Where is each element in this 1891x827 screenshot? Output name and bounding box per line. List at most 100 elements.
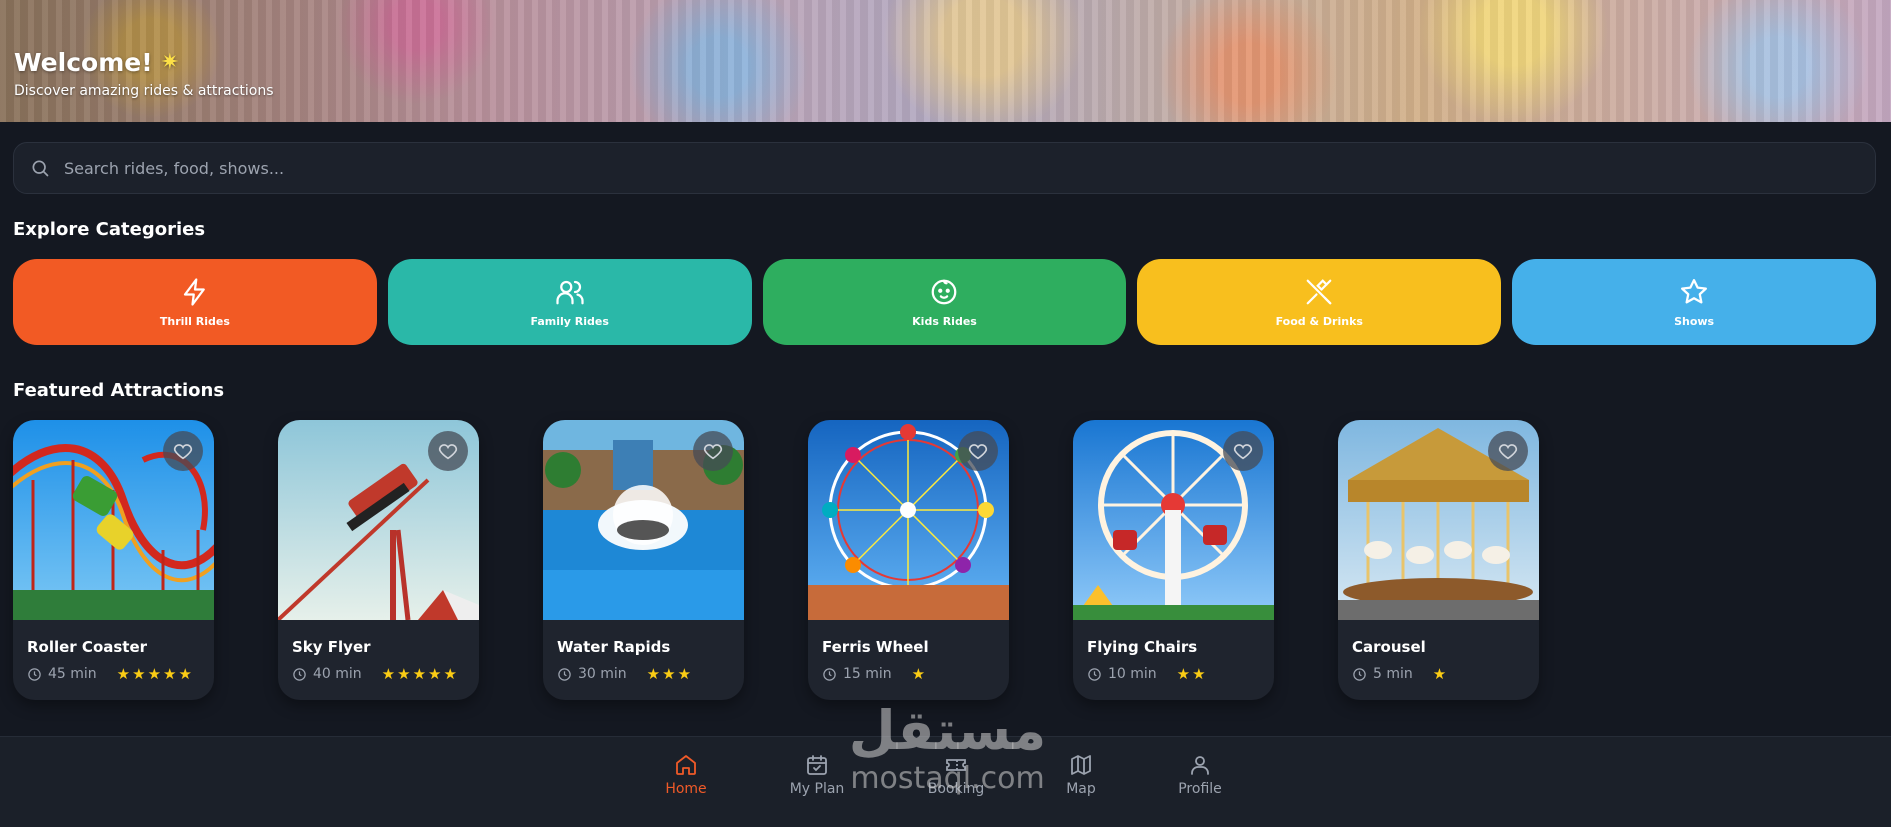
nav-map[interactable]: Map [1036,753,1126,797]
clock-icon [1353,667,1366,681]
attraction-card-carousel[interactable]: Carousel 5 min ★ [1338,420,1539,700]
favorite-button[interactable] [958,431,998,471]
rating-star-icon: ★ [147,664,162,683]
rating-star-icon: ★ [381,664,396,683]
rating-stars: ★ ★ ★ [646,664,692,683]
welcome-text: Welcome! [14,48,153,77]
attraction-duration: 45 min [48,666,97,682]
attraction-card-roller-coaster[interactable]: Roller Coaster 45 min ★ ★ ★ ★ ★ [13,420,214,700]
attraction-meta: 15 min ★ [822,666,925,682]
rating-star-icon: ★ [428,664,442,683]
category-label: Food & Drinks [1275,314,1363,328]
roller-coaster-image [13,420,214,620]
category-list: Thrill Rides Family Rides Kids Rides Foo… [13,259,1876,345]
nav-profile[interactable]: Profile [1155,753,1245,797]
category-family-rides[interactable]: Family Rides [387,259,752,345]
attraction-card-sky-flyer[interactable]: Sky Flyer 40 min ★ ★ ★ ★ ★ [278,420,479,700]
hero-title: Welcome! ✷ [14,48,179,77]
category-food-drinks[interactable]: Food & Drinks [1137,259,1502,345]
nav-home[interactable]: Home [641,753,731,797]
favorite-button[interactable] [1223,431,1263,471]
clock-icon [1088,667,1101,681]
attraction-duration: 5 min [1373,666,1413,682]
nav-label: Map [1066,781,1096,797]
category-shows[interactable]: Shows [1512,259,1876,345]
attraction-card-ferris-wheel[interactable]: Ferris Wheel 15 min ★ [808,420,1009,700]
nav-label: My Plan [789,781,845,797]
attraction-meta: 10 min ★ ★ [1087,666,1206,682]
attraction-meta: 30 min ★ ★ ★ [557,666,691,682]
ferris-wheel-image [808,420,1009,620]
rating-stars: ★ [1432,664,1447,683]
rating-star-icon: ★ [443,664,457,683]
rating-star-icon: ★ [132,664,146,683]
favorite-button[interactable] [163,431,203,471]
users-icon [556,280,584,304]
calendar-icon [807,755,827,775]
rating-stars: ★ [911,664,926,683]
rating-star-icon: ★ [1176,664,1191,683]
rating-star-icon: ★ [397,664,411,683]
nav-booking[interactable]: Booking [911,753,1001,797]
rating-star-icon: ★ [1192,664,1206,683]
heart-icon [703,444,723,460]
attraction-name: Sky Flyer [292,638,371,656]
nav-my-plan[interactable]: My Plan [772,753,862,797]
attraction-name: Flying Chairs [1087,638,1198,656]
category-label: Kids Rides [912,314,977,328]
rating-star-icon: ★ [178,664,192,683]
sparkle-icon: ✷ [160,50,180,75]
rating-star-icon: ★ [911,664,926,683]
attraction-duration: 30 min [578,666,627,682]
favorite-button[interactable] [1488,431,1528,471]
baby-face-icon [932,279,957,304]
star-icon [1681,278,1708,303]
clock-icon [823,667,836,681]
category-label: Shows [1674,314,1715,328]
nav-label: Booking [927,781,985,797]
category-thrill-rides[interactable]: Thrill Rides [13,259,377,345]
attraction-meta: 40 min ★ ★ ★ ★ ★ [292,666,457,682]
heart-icon [1498,444,1518,460]
attraction-meta: 45 min ★ ★ ★ ★ ★ [27,666,192,682]
attraction-card-water-rapids[interactable]: Water Rapids 30 min ★ ★ ★ [543,420,744,700]
favorite-button[interactable] [693,431,733,471]
heart-icon [968,444,988,460]
hero-banner: Welcome! ✷ Discover amazing rides & attr… [0,0,1891,122]
attraction-duration: 10 min [1108,666,1157,682]
utensils-icon [1306,278,1332,304]
flying-chairs-image [1073,420,1274,620]
clock-icon [28,667,41,681]
user-icon [1191,756,1209,775]
rating-star-icon: ★ [677,664,692,683]
attraction-card-flying-chairs[interactable]: Flying Chairs 10 min ★ ★ [1073,420,1274,700]
map-icon [1071,755,1091,775]
water-rapids-image [543,420,744,620]
attraction-list: Roller Coaster 45 min ★ ★ ★ ★ ★ Sky Flye… [13,420,1539,700]
search-input[interactable] [64,158,1875,178]
favorite-button[interactable] [428,431,468,471]
heart-icon [1233,444,1253,460]
attraction-name: Roller Coaster [27,638,148,656]
nav-label: Home [665,781,707,797]
attraction-name: Carousel [1352,638,1426,656]
rating-star-icon: ★ [412,664,427,683]
category-kids-rides[interactable]: Kids Rides [762,259,1127,345]
search-bar[interactable] [13,142,1876,194]
rating-stars: ★ ★ ★ ★ ★ [117,664,192,683]
rating-star-icon: ★ [646,664,661,683]
clock-icon [293,667,306,681]
rating-star-icon: ★ [662,664,676,683]
sky-flyer-image [278,420,479,620]
clock-icon [558,667,571,681]
featured-title: Featured Attractions [13,380,225,401]
categories-title: Explore Categories [13,219,206,240]
heart-icon [173,444,193,460]
rating-stars: ★ ★ ★ ★ ★ [381,664,457,683]
rating-star-icon: ★ [1432,664,1447,683]
rating-star-icon: ★ [163,664,177,683]
attraction-duration: 15 min [843,666,892,682]
ticket-icon [946,759,966,771]
bottom-navigation: Home My Plan Booking Map Profile [0,736,1891,827]
search-icon [32,160,49,177]
